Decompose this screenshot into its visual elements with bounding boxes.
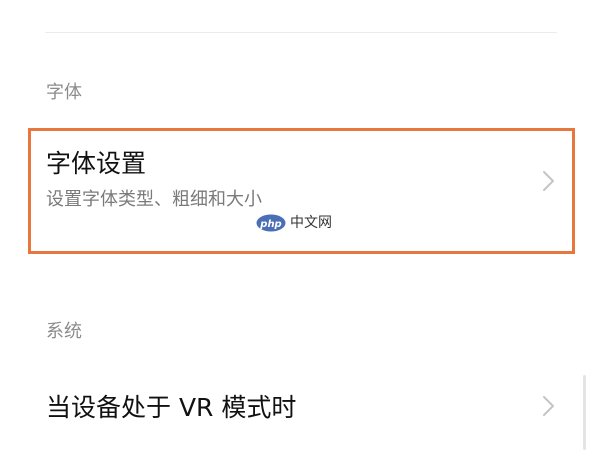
vr-mode-title: 当设备处于 VR 模式时 [46,393,297,422]
font-settings-row[interactable]: 字体设置 设置字体类型、粗细和大小 [0,128,600,254]
font-settings-subtitle: 设置字体类型、粗细和大小 [46,189,262,210]
chevron-right-icon [543,396,554,416]
watermark-text: 中文网 [290,215,332,231]
scrollbar[interactable] [583,375,586,450]
settings-screen: 字体 字体设置 设置字体类型、粗细和大小 php 中文网 系统 当设备处于 VR… [0,0,600,450]
font-settings-title: 字体设置 [46,149,147,178]
chevron-right-icon [543,171,554,191]
section-header-system: 系统 [46,321,82,342]
section-header-font: 字体 [46,82,82,103]
php-logo-icon: php [256,214,286,232]
vr-mode-row[interactable]: 当设备处于 VR 模式时 [0,370,600,445]
top-divider [45,32,557,33]
watermark: php 中文网 [256,214,332,232]
svg-text:php: php [259,219,281,230]
